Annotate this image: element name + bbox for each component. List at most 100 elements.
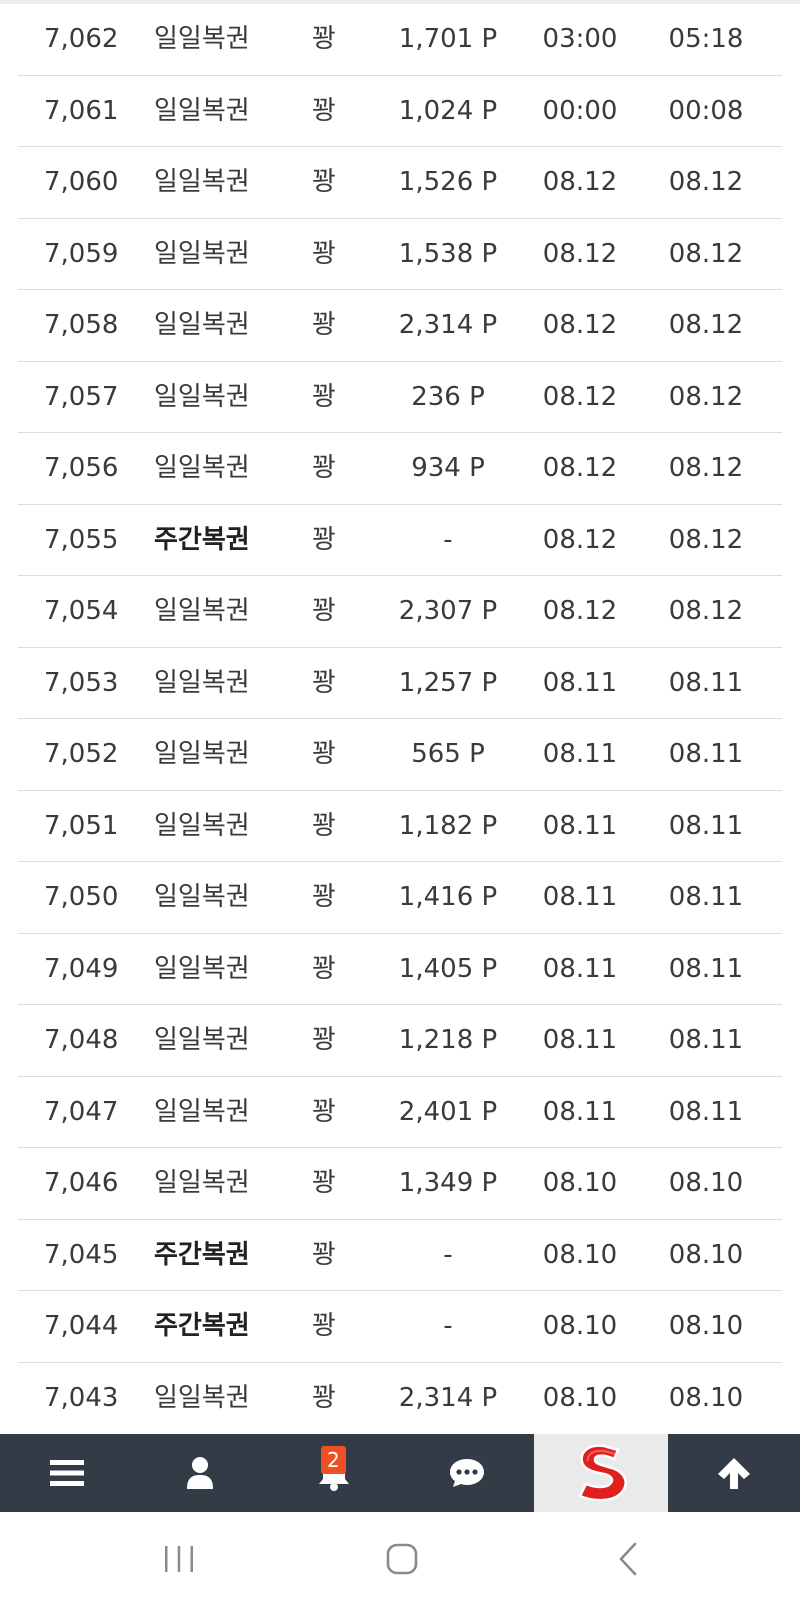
notification-button[interactable]: 2 (267, 1434, 400, 1512)
result-label: 꽝 (312, 1239, 336, 1270)
prize-points: 2,314 P (398, 1382, 498, 1413)
end-time: 08.11 (668, 953, 744, 984)
result-label: 꽝 (312, 1025, 336, 1055)
lottery-type: 일일복권 (154, 238, 250, 269)
table-row: 7,046 일일복권 꽝 1,349 P 08.10 08.10 (18, 1148, 782, 1220)
start-time: 08.10 (542, 1168, 618, 1198)
table-row: 7,053 일일복권 꽝 1,257 P 08.11 08.11 (18, 648, 782, 719)
row-number: 7,053 (44, 667, 119, 698)
lottery-type: 일일복권 (154, 24, 250, 54)
prize-points: 1,257 P (398, 667, 498, 698)
prize-points: 1,701 P (398, 24, 498, 54)
result-label: 꽝 (312, 24, 336, 54)
start-time: 08.12 (542, 596, 618, 626)
prize-points: 1,538 P (398, 238, 498, 269)
site-logo-button[interactable] (534, 1434, 668, 1512)
start-time: 08.11 (542, 953, 618, 984)
result-label: 꽝 (312, 310, 336, 340)
row-number: 7,048 (44, 1025, 119, 1055)
recent-apps-icon (165, 1545, 193, 1572)
lottery-type: 일일복권 (154, 1025, 250, 1055)
result-label: 꽝 (312, 524, 336, 555)
chat-bubble-icon (450, 1459, 484, 1487)
prize-points: 2,314 P (398, 310, 498, 340)
lottery-type: 일일복권 (154, 381, 250, 412)
result-label: 꽝 (312, 882, 336, 912)
end-time: 08.12 (668, 167, 744, 197)
lottery-type: 일일복권 (154, 882, 250, 912)
lottery-type: 일일복권 (154, 953, 250, 984)
table-row: 7,059 일일복권 꽝 1,538 P 08.12 08.12 (18, 219, 782, 290)
lottery-type: 주간복권 (154, 524, 250, 555)
user-icon (187, 1457, 213, 1489)
prize-points: 1,024 P (398, 95, 498, 126)
table-row: 7,058 일일복권 꽝 2,314 P 08.12 08.12 (18, 290, 782, 362)
table-row: 7,060 일일복권 꽝 1,526 P 08.12 08.12 (18, 147, 782, 219)
result-label: 꽝 (312, 1382, 336, 1413)
row-number: 7,044 (44, 1311, 119, 1341)
table-row: 7,062 일일복권 꽝 1,701 P 03:00 05:18 (18, 4, 782, 76)
profile-button[interactable] (133, 1434, 267, 1512)
row-number: 7,051 (44, 810, 119, 841)
row-number: 7,059 (44, 238, 119, 269)
result-label: 꽝 (312, 1311, 336, 1341)
menu-button[interactable] (0, 1434, 133, 1512)
table-row: 7,043 일일복권 꽝 2,314 P 08.10 08.10 (18, 1363, 782, 1435)
row-number: 7,062 (44, 24, 119, 54)
end-time: 08.10 (668, 1311, 744, 1341)
recent-apps-button[interactable] (119, 1512, 239, 1605)
home-button[interactable] (342, 1512, 462, 1605)
start-time: 08.12 (542, 524, 618, 555)
result-label: 꽝 (312, 238, 336, 269)
end-time: 08.12 (668, 310, 744, 340)
prize-points: - (443, 1311, 453, 1341)
lottery-history-page: 7,062 일일복권 꽝 1,701 P 03:00 05:18 7,061 일일복권 꽝 1,0… (0, 0, 800, 1605)
result-label: 꽝 (312, 596, 336, 626)
start-time: 08.12 (542, 381, 618, 412)
table-row: 7,051 일일복권 꽝 1,182 P 08.11 08.11 (18, 791, 782, 862)
prize-points: 934 P (411, 453, 485, 483)
lottery-type: 일일복권 (154, 95, 250, 126)
end-time: 08.12 (668, 524, 744, 555)
row-number: 7,049 (44, 953, 119, 984)
result-label: 꽝 (312, 739, 336, 769)
table-row: 7,057 일일복권 꽝 236 P 08.12 08.12 (18, 362, 782, 433)
row-number: 7,060 (44, 167, 119, 197)
prize-points: 1,526 P (398, 167, 498, 197)
prize-points: 236 P (411, 381, 485, 412)
start-time: 08.10 (542, 1311, 618, 1341)
end-time: 08.12 (668, 453, 744, 483)
prize-points: 2,401 P (398, 1096, 498, 1127)
prize-points: 2,307 P (398, 596, 498, 626)
start-time: 08.12 (542, 238, 618, 269)
prize-points: - (443, 1239, 453, 1270)
row-number: 7,050 (44, 882, 119, 912)
lottery-type: 일일복권 (154, 310, 250, 340)
start-time: 08.10 (542, 1382, 618, 1413)
chat-button[interactable] (400, 1434, 534, 1512)
prize-points: 1,416 P (398, 882, 498, 912)
start-time: 08.11 (542, 1096, 618, 1127)
end-time: 08.11 (668, 882, 744, 912)
end-time: 08.10 (668, 1382, 744, 1413)
start-time: 08.12 (542, 310, 618, 340)
result-label: 꽝 (312, 381, 336, 412)
start-time: 00:00 (542, 95, 618, 126)
table-row: 7,054 일일복권 꽝 2,307 P 08.12 08.12 (18, 576, 782, 648)
lottery-history-table: 7,062 일일복권 꽝 1,701 P 03:00 05:18 7,061 일일복권 꽝 1,0… (18, 4, 782, 1434)
notification-badge: 2 (321, 1446, 346, 1474)
row-number: 7,058 (44, 310, 119, 340)
scroll-top-button[interactable] (668, 1434, 800, 1512)
result-label: 꽝 (312, 453, 336, 483)
row-number: 7,055 (44, 524, 119, 555)
back-button[interactable] (568, 1512, 688, 1605)
end-time: 00:08 (668, 95, 744, 126)
lottery-type: 일일복권 (154, 810, 250, 841)
bottom-nav-bar: 2 (0, 1434, 800, 1512)
hamburger-icon (49, 1460, 84, 1486)
start-time: 08.12 (542, 453, 618, 483)
end-time: 08.11 (668, 739, 744, 769)
table-row: 7,056 일일복권 꽝 934 P 08.12 08.12 (18, 433, 782, 505)
end-time: 08.11 (668, 667, 744, 698)
lottery-type: 일일복권 (154, 1168, 250, 1198)
